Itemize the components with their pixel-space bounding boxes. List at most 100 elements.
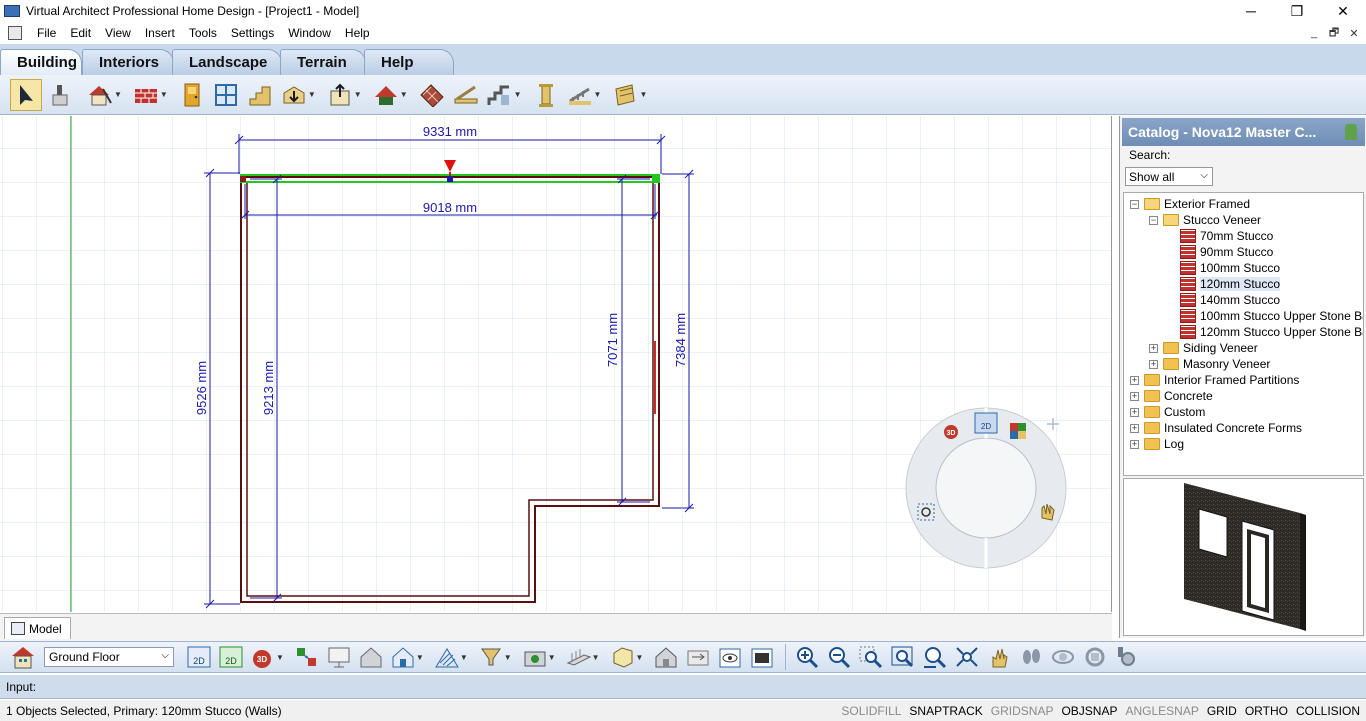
maximize-button[interactable]: ❐ xyxy=(1274,0,1320,22)
view-2d-button[interactable]: 2D xyxy=(975,413,997,433)
door-tool-button[interactable] xyxy=(176,79,208,111)
zoom-in-button[interactable] xyxy=(792,642,822,672)
house-view-button[interactable] xyxy=(388,642,418,672)
pan-button[interactable] xyxy=(984,642,1014,672)
presentation-button[interactable] xyxy=(324,642,354,672)
house-outline-button[interactable] xyxy=(356,642,386,672)
zoom-out-button[interactable] xyxy=(824,642,854,672)
exchange-button[interactable] xyxy=(683,642,713,672)
catalog-pin-icon[interactable] xyxy=(1345,124,1357,140)
paint-tool-button[interactable] xyxy=(44,79,76,111)
roof-tool-button[interactable] xyxy=(370,79,402,111)
window-tool-button[interactable] xyxy=(210,79,242,111)
orbit-button[interactable] xyxy=(1048,642,1078,672)
tab-terrain[interactable]: Terrain xyxy=(280,49,366,75)
roof-tile-button[interactable] xyxy=(416,79,448,111)
beam-tool-button[interactable] xyxy=(609,79,641,111)
wall-handle[interactable] xyxy=(447,176,453,182)
tree-item[interactable]: 120mm Stucco xyxy=(1180,276,1280,292)
expand-icon[interactable]: + xyxy=(1130,424,1139,433)
camera-dropdown-icon[interactable]: ▼ xyxy=(548,653,556,662)
status-toggle-snaptrack[interactable]: SNAPTRACK xyxy=(905,704,986,718)
zoom-window-button[interactable] xyxy=(888,642,918,672)
light-button[interactable] xyxy=(476,642,506,672)
tree-folder[interactable]: −Exterior Framed xyxy=(1130,196,1250,212)
expand-icon[interactable]: + xyxy=(1130,376,1139,385)
tree-folder[interactable]: +Siding Veneer xyxy=(1149,340,1258,356)
stairs-tool-button[interactable] xyxy=(244,79,276,111)
mdi-minimize-button[interactable]: _ xyxy=(1304,27,1324,39)
column-tool-button[interactable] xyxy=(530,79,562,111)
camera-button[interactable] xyxy=(520,642,550,672)
render-dropdown-icon[interactable]: ▼ xyxy=(276,653,284,662)
view-3d-render-button[interactable]: 3D xyxy=(248,642,278,672)
tree-folder[interactable]: −Stucco Veneer xyxy=(1149,212,1261,228)
tree-item[interactable]: 140mm Stucco xyxy=(1180,292,1280,308)
tree-folder[interactable]: +Insulated Concrete Forms xyxy=(1130,420,1302,436)
tab-help[interactable]: Help xyxy=(364,49,454,75)
catalog-tree[interactable]: −Exterior Framed−Stucco Veneer70mm Stucc… xyxy=(1123,192,1364,476)
collapse-icon[interactable]: − xyxy=(1130,200,1139,209)
menu-edit[interactable]: Edit xyxy=(63,26,98,40)
expand-icon[interactable]: + xyxy=(1149,360,1158,369)
properties-button[interactable] xyxy=(747,642,777,672)
rotate-button[interactable] xyxy=(1080,642,1110,672)
view-3d-button[interactable]: 3D xyxy=(944,425,958,439)
status-toggle-objsnap[interactable]: OBJSNAP xyxy=(1057,704,1121,718)
menu-settings[interactable]: Settings xyxy=(224,26,281,40)
tree-folder[interactable]: +Custom xyxy=(1130,404,1205,420)
tab-building[interactable]: Building xyxy=(0,49,82,75)
cabinet-button[interactable] xyxy=(564,642,594,672)
menu-view[interactable]: View xyxy=(98,26,138,40)
dim-right-inner[interactable]: 7071 mm xyxy=(605,313,620,367)
dim-left-outer[interactable]: 9526 mm xyxy=(194,361,209,415)
close-button[interactable]: ✕ xyxy=(1320,0,1366,22)
tab-interiors[interactable]: Interiors xyxy=(82,49,174,75)
status-toggle-collision[interactable]: COLLISION xyxy=(1292,704,1364,718)
home-button[interactable] xyxy=(651,642,681,672)
floor-plan-drawing[interactable]: 9331 mm 9018 mm 9526 mm 9213 mm 7071 mm … xyxy=(0,116,1112,612)
wall-tool-button[interactable] xyxy=(130,79,162,111)
status-toggle-anglesnap[interactable]: ANGLESNAP xyxy=(1121,704,1202,718)
command-input-bar[interactable]: Input: xyxy=(0,675,1366,699)
dim-left-inner[interactable]: 9213 mm xyxy=(261,361,276,415)
settings-button[interactable] xyxy=(1112,642,1142,672)
tree-folder[interactable]: +Log xyxy=(1130,436,1184,452)
dim-top-inner[interactable]: 9018 mm xyxy=(423,200,477,215)
dim-top-outer[interactable]: 9331 mm xyxy=(423,124,477,139)
expand-icon[interactable]: + xyxy=(1130,408,1139,417)
menu-tools[interactable]: Tools xyxy=(182,26,224,40)
deck-tool-button[interactable] xyxy=(450,79,482,111)
status-toggle-grid[interactable]: GRID xyxy=(1203,704,1241,718)
tab-landscape[interactable]: Landscape xyxy=(172,49,282,75)
render-mode-icon[interactable] xyxy=(1010,423,1026,439)
walkthrough-button[interactable] xyxy=(1016,642,1046,672)
box-button[interactable] xyxy=(608,642,638,672)
select-tool-button[interactable] xyxy=(10,79,42,111)
tree-item[interactable]: 90mm Stucco xyxy=(1180,244,1273,260)
layout-button[interactable] xyxy=(292,642,322,672)
hatch-button[interactable] xyxy=(432,642,462,672)
model-tab[interactable]: Model xyxy=(4,617,71,639)
tree-folder[interactable]: +Masonry Veneer xyxy=(1149,356,1270,372)
fit-view-button[interactable] xyxy=(952,642,982,672)
menu-help[interactable]: Help xyxy=(338,26,377,40)
hatch-dropdown-icon[interactable]: ▼ xyxy=(460,653,468,662)
box-dropdown-icon[interactable]: ▼ xyxy=(636,653,644,662)
tree-folder[interactable]: +Concrete xyxy=(1130,388,1213,404)
dim-right-outer[interactable]: 7384 mm xyxy=(673,313,688,367)
expand-icon[interactable]: + xyxy=(1130,392,1139,401)
tree-folder[interactable]: +Interior Framed Partitions xyxy=(1130,372,1299,388)
collapse-icon[interactable]: − xyxy=(1149,216,1158,225)
view-2d-elevation-button[interactable]: 2D xyxy=(216,642,246,672)
staircase-3d-button[interactable] xyxy=(484,79,516,111)
menu-file[interactable]: File xyxy=(30,26,63,40)
minimize-button[interactable]: ─ xyxy=(1228,0,1274,22)
mdi-close-button[interactable]: ✕ xyxy=(1344,27,1364,40)
roof-auto-button[interactable] xyxy=(324,79,356,111)
tree-item[interactable]: 100mm Stucco Upper Stone Base xyxy=(1180,308,1364,324)
search-filter-select[interactable]: Show all ⌵ xyxy=(1125,167,1213,186)
house-view-dropdown-icon[interactable]: ▼ xyxy=(416,653,424,662)
status-toggle-gridsnap[interactable]: GRIDSNAP xyxy=(987,704,1058,718)
tree-item[interactable]: 70mm Stucco xyxy=(1180,228,1273,244)
